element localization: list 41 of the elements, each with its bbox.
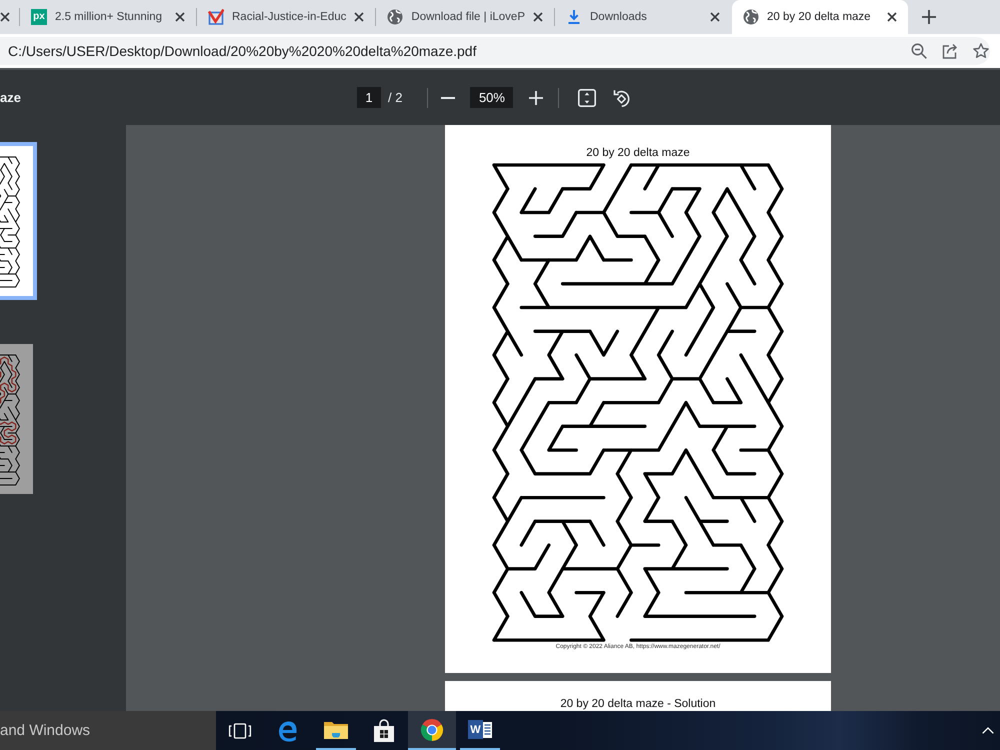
taskbar-button[interactable] [408, 711, 456, 750]
close-icon[interactable] [175, 12, 185, 22]
page-thumbnail[interactable] [0, 142, 37, 300]
share-icon[interactable] [942, 43, 958, 59]
close-icon[interactable] [354, 12, 364, 22]
search-field[interactable]: and Windows [0, 711, 216, 750]
browser-tab[interactable]: px 2.5 million+ Stunning [20, 0, 196, 34]
globe-icon [387, 9, 404, 25]
browser-tab[interactable]: Racial-Justice-in-Educ [197, 0, 376, 34]
zoom-field[interactable]: 50% [470, 87, 514, 108]
close-icon[interactable] [533, 12, 543, 22]
site-logo: px [31, 9, 47, 25]
page-count: / 2 [388, 90, 402, 105]
browser-tab[interactable]: Downloads [555, 0, 731, 34]
chrome-icon [420, 718, 444, 742]
task-view-icon [228, 722, 252, 740]
checkmark-icon [208, 9, 224, 25]
new-tab-icon[interactable] [922, 10, 936, 24]
page-number-field[interactable]: 1 [357, 87, 381, 108]
taskbar-button[interactable]: W [456, 711, 504, 750]
plus-icon[interactable] [529, 90, 544, 104]
close-icon[interactable] [0, 12, 10, 22]
address-bar[interactable]: C:/Users/USER/Desktop/Download/20%20by%2020%20delta%20maze.pdf [0, 37, 990, 65]
download-icon [568, 10, 580, 24]
rotate-icon[interactable] [613, 88, 632, 106]
close-icon[interactable] [887, 12, 897, 22]
store-bag-icon [372, 718, 396, 742]
star-icon[interactable] [973, 43, 989, 59]
chevron-up-icon[interactable] [982, 727, 994, 734]
page-title: 20 by 20 delta maze [586, 147, 690, 160]
document-title: aze [0, 90, 21, 105]
zoom-out-icon[interactable] [911, 43, 927, 59]
page-title: 20 by 20 delta maze - Solution [560, 698, 716, 710]
word-logo: W [468, 720, 492, 739]
page-thumbnail[interactable] [0, 344, 33, 494]
close-icon[interactable] [710, 12, 720, 22]
browser-tab[interactable]: 20 by 20 delta maze [732, 0, 908, 34]
browser-tab[interactable]: Download file | iLoveP [376, 0, 554, 34]
minus-icon[interactable] [441, 96, 456, 98]
fit-page-icon[interactable] [578, 88, 596, 106]
globe-icon [743, 9, 759, 25]
